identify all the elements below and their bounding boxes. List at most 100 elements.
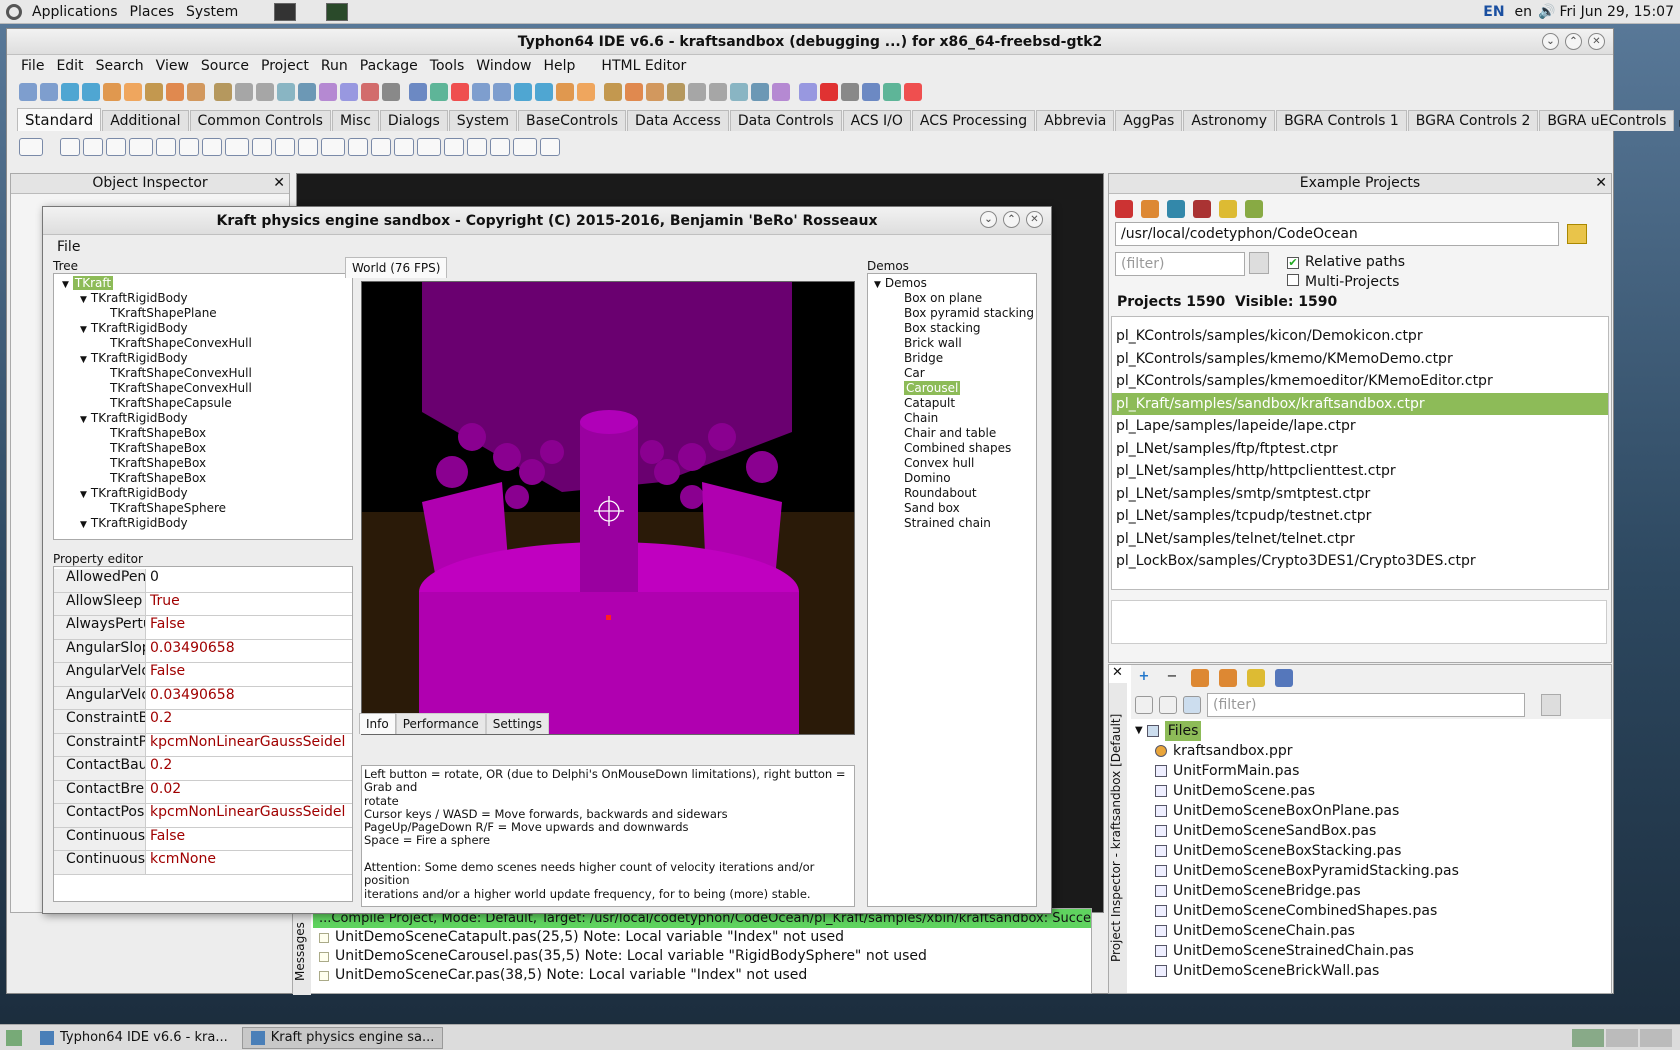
- kraft-menu-file[interactable]: File: [57, 239, 80, 255]
- demo-item[interactable]: Catapult: [870, 396, 1034, 411]
- toolbar-button-icon[interactable]: [646, 83, 664, 101]
- file-item[interactable]: UnitDemoSceneStrainedChain.pas: [1135, 941, 1607, 961]
- taskbar-item-ide[interactable]: Typhon64 IDE v6.6 - kra...: [32, 1027, 236, 1049]
- scene-tree-node[interactable]: TKraftShapeBox: [56, 441, 350, 456]
- file-item[interactable]: UnitFormMain.pas: [1135, 761, 1607, 781]
- property-value[interactable]: 0.2: [146, 757, 352, 780]
- tab-bgra-controls-2[interactable]: BGRA Controls 2: [1407, 110, 1539, 131]
- toolbar-button-icon[interactable]: [625, 83, 643, 101]
- menu-applications[interactable]: Applications: [26, 4, 124, 20]
- file-item[interactable]: UnitDemoSceneBoxPyramidStacking.pas: [1135, 861, 1607, 881]
- demo-item[interactable]: Box pyramid stacking: [870, 306, 1034, 321]
- tab-astronomy[interactable]: Astronomy: [1183, 110, 1276, 131]
- relative-paths-checkbox[interactable]: ✔ Relative paths: [1287, 252, 1405, 272]
- menu-html-editor[interactable]: HTML Editor: [595, 58, 692, 74]
- project-list-item[interactable]: pl_LNet/samples/telnet/telnet.ctpr: [1112, 528, 1608, 551]
- toolbar-button-icon[interactable]: [772, 83, 790, 101]
- more-icon[interactable]: [1275, 669, 1293, 687]
- clear-filter-icon[interactable]: [1249, 252, 1269, 274]
- toolbar-button-icon[interactable]: [361, 83, 379, 101]
- component-icon[interactable]: [179, 138, 199, 156]
- tree-view-icon[interactable]: [1135, 696, 1153, 714]
- demo-item[interactable]: Strained chain: [870, 516, 1034, 531]
- terminal-launcher-icon[interactable]: [274, 2, 297, 21]
- scene-tree-node[interactable]: TKraftShapeBox: [56, 471, 350, 486]
- component-icon[interactable]: [490, 138, 510, 156]
- file-item[interactable]: UnitDemoSceneBoxOnPlane.pas: [1135, 801, 1607, 821]
- toolbar-button-icon[interactable]: [430, 83, 448, 101]
- component-icon[interactable]: [19, 138, 43, 156]
- menu-run[interactable]: Run: [315, 58, 354, 74]
- projects-path-input[interactable]: /usr/local/codetyphon/CodeOcean: [1115, 222, 1559, 246]
- property-row[interactable]: ConstraintBa0.2: [54, 710, 352, 734]
- toolbar-button-icon[interactable]: [382, 83, 400, 101]
- clear-files-filter-icon[interactable]: [1541, 694, 1561, 716]
- demo-item[interactable]: Carousel: [870, 381, 1034, 396]
- minimize-button[interactable]: ⌄: [1542, 33, 1559, 50]
- property-row[interactable]: AllowSleep True: [54, 592, 352, 616]
- system-logo-icon[interactable]: [6, 3, 22, 20]
- volume-icon[interactable]: 🔊: [1538, 4, 1555, 20]
- tab-additional[interactable]: Additional: [102, 110, 189, 131]
- maximize-button[interactable]: ⌃: [1565, 33, 1582, 50]
- scene-tree-node[interactable]: ▼ TKraftRigidBody: [56, 486, 350, 501]
- property-value[interactable]: False: [146, 827, 352, 850]
- property-value[interactable]: False: [146, 663, 352, 686]
- property-value[interactable]: kpcmNonLinearGaussSeidel: [146, 804, 352, 827]
- property-value[interactable]: 0.02: [146, 780, 352, 803]
- message-line[interactable]: UnitDemoSceneCatapult.pas(25,5) Note: Lo…: [313, 928, 1091, 947]
- property-row[interactable]: AlwaysPertu False: [54, 616, 352, 640]
- scene-tree-node[interactable]: ▼ TKraftRigidBody: [56, 516, 350, 531]
- component-icon[interactable]: [371, 138, 391, 156]
- files-root[interactable]: ▼ Files: [1135, 721, 1607, 741]
- property-value[interactable]: 0.03490658: [146, 686, 352, 709]
- component-icon[interactable]: [202, 138, 222, 156]
- project-list-item[interactable]: pl_KControls/samples/kmemoeditor/KMemoEd…: [1112, 370, 1608, 393]
- folder-icon[interactable]: [1219, 200, 1237, 218]
- example-projects-close-icon[interactable]: ✕: [1595, 174, 1607, 193]
- refresh-icon[interactable]: [1115, 200, 1133, 218]
- demo-item[interactable]: Sand box: [870, 501, 1034, 516]
- demo-item[interactable]: Combined shapes: [870, 441, 1034, 456]
- scene-tree-node[interactable]: TKraftShapeConvexHull: [56, 381, 350, 396]
- property-value[interactable]: kcmNone: [146, 851, 352, 874]
- tab-aggpas[interactable]: AggPas: [1115, 110, 1183, 131]
- toolbar-button-icon[interactable]: [409, 83, 427, 101]
- menu-source[interactable]: Source: [195, 58, 255, 74]
- settings-icon[interactable]: [1245, 200, 1263, 218]
- component-icon[interactable]: [444, 138, 464, 156]
- toolbar-button-icon[interactable]: [19, 83, 37, 101]
- property-row[interactable]: AngularSlop 0.03490658: [54, 639, 352, 663]
- scene-tree-node[interactable]: TKraftShapeBox: [56, 456, 350, 471]
- toolbar-button-icon[interactable]: [103, 83, 121, 101]
- scene-tree-node[interactable]: ▼ TKraftRigidBody: [56, 321, 350, 336]
- toolbar-button-icon[interactable]: [751, 83, 769, 101]
- scene-tree-node[interactable]: TKraftShapeSphere: [56, 501, 350, 516]
- toolbar-button-icon[interactable]: [841, 83, 859, 101]
- expand-icon[interactable]: ▼: [80, 520, 87, 530]
- component-icon[interactable]: [348, 138, 368, 156]
- message-line[interactable]: UnitDemoSceneCarousel.pas(35,5) Note: Lo…: [313, 947, 1091, 966]
- toolbar-button-icon[interactable]: [256, 83, 274, 101]
- menu-view[interactable]: View: [150, 58, 195, 74]
- property-row[interactable]: AngularVeloc0.03490658: [54, 686, 352, 710]
- property-row[interactable]: ContactPositikpcmNonLinearGaussSeidel: [54, 804, 352, 828]
- property-row[interactable]: ContactBaum0.2: [54, 757, 352, 781]
- toolbar-button-icon[interactable]: [124, 83, 142, 101]
- toolbar-button-icon[interactable]: [166, 83, 184, 101]
- add-file-icon[interactable]: +: [1135, 669, 1153, 687]
- demo-item[interactable]: Box on plane: [870, 291, 1034, 306]
- scene-tree-node[interactable]: ▼ TKraftRigidBody: [56, 291, 350, 306]
- tab-data-controls[interactable]: Data Controls: [729, 110, 842, 131]
- demo-item[interactable]: Convex hull: [870, 456, 1034, 471]
- tab-dialogs[interactable]: Dialogs: [379, 110, 448, 131]
- file-item[interactable]: UnitDemoScene.pas: [1135, 781, 1607, 801]
- menu-package[interactable]: Package: [354, 58, 424, 74]
- menu-project[interactable]: Project: [255, 58, 315, 74]
- property-row[interactable]: AngularVelocFalse: [54, 663, 352, 687]
- sort-icon[interactable]: [1183, 696, 1201, 714]
- toolbar-button-icon[interactable]: [799, 83, 817, 101]
- component-icon[interactable]: [513, 138, 537, 156]
- tab-acs-processing[interactable]: ACS Processing: [911, 110, 1036, 131]
- remove-file-icon[interactable]: −: [1163, 669, 1181, 687]
